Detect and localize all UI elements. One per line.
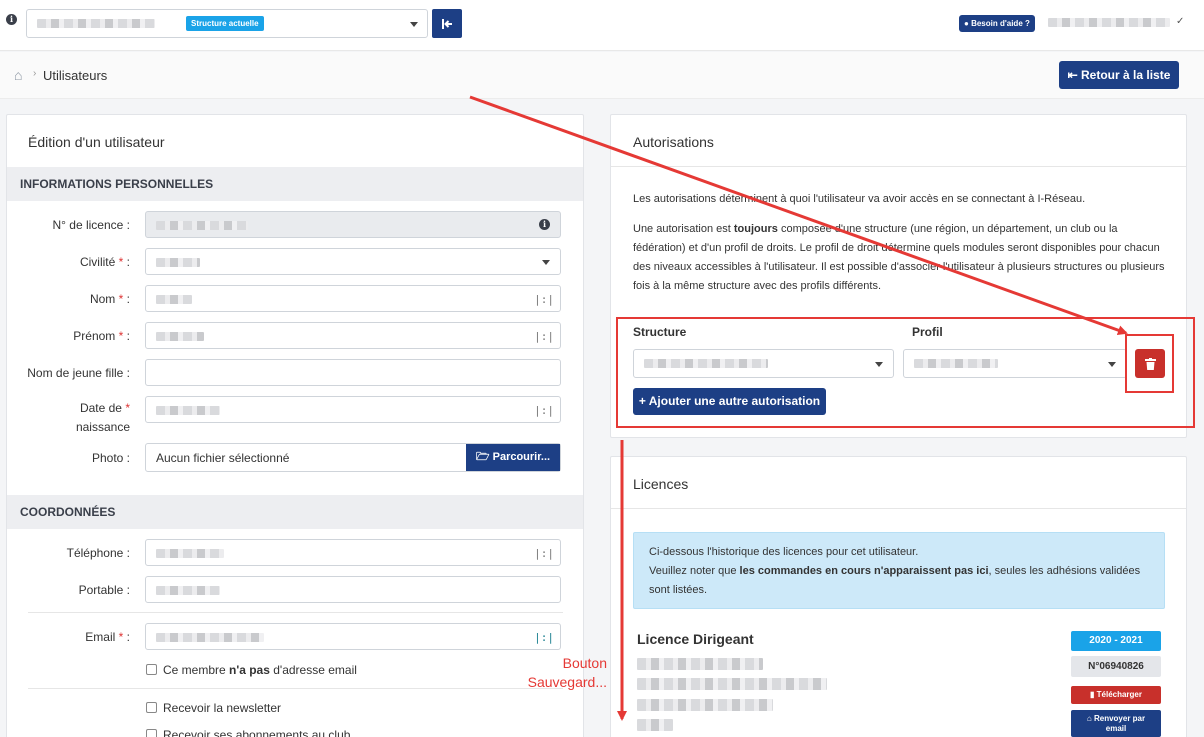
season-badge: 2020 - 2021	[1071, 631, 1161, 651]
keyboard-icon[interactable]: |:|	[534, 404, 554, 417]
birthdate-label: Date de * naissance	[75, 401, 130, 434]
user-name	[1048, 18, 1170, 27]
card-title: Édition d'un utilisateur	[28, 134, 165, 150]
download-button[interactable]: ▮ Télécharger	[1071, 686, 1161, 704]
card-title: Licences	[633, 476, 689, 492]
download-label: Télécharger	[1096, 690, 1142, 699]
prenom-label: Prénom * :	[73, 329, 130, 343]
folder-icon: 🗁	[475, 451, 490, 463]
licence-name: Licence Dirigeant	[637, 631, 754, 647]
civilite-label: Civilité * :	[79, 255, 130, 269]
arrow-left-bar-icon	[442, 18, 452, 29]
maiden-name-label: Nom de jeune fille :	[27, 366, 130, 380]
telephone-value	[156, 549, 224, 558]
portable-value	[156, 586, 220, 595]
maiden-name-field[interactable]	[145, 359, 561, 386]
no-email-checkbox[interactable]	[146, 664, 157, 675]
divider	[28, 688, 563, 689]
highlight-authorization-row	[616, 317, 1195, 428]
resend-email-button[interactable]: ⌂ Renvoyer par email	[1071, 710, 1161, 737]
chevron-down-icon	[410, 22, 418, 27]
user-menu[interactable]: ✓	[1048, 16, 1188, 29]
keyboard-icon[interactable]: |:|	[534, 293, 554, 306]
newsletter-label: Recevoir la newsletter	[163, 701, 282, 715]
back-to-list-label: Retour à la liste	[1081, 68, 1171, 82]
nom-value	[156, 295, 192, 304]
home-icon[interactable]: ⌂	[14, 67, 22, 83]
card-title: Autorisations	[633, 134, 714, 150]
question-icon: ●	[964, 19, 969, 28]
structure-value	[37, 19, 155, 28]
telephone-label: Téléphone :	[66, 546, 130, 560]
licence-detail-2	[637, 678, 827, 690]
email-field[interactable]: |:|	[145, 623, 561, 650]
divider	[611, 166, 1186, 167]
licence-detail-1	[637, 658, 763, 670]
civilite-select[interactable]	[145, 248, 561, 275]
divider	[28, 612, 563, 613]
chevron-down-icon: ✓	[1176, 16, 1185, 27]
licences-info-alert: Ci-dessous l'historique des licences pou…	[633, 532, 1165, 609]
keyboard-icon[interactable]: |:|	[534, 330, 554, 343]
resend-label-2: email	[1105, 724, 1127, 733]
page-title: Utilisateurs	[43, 68, 108, 83]
auth-detail: Une autorisation est toujours composée d…	[633, 223, 1165, 292]
browse-button[interactable]: 🗁 Parcourir...	[466, 444, 560, 471]
prenom-field[interactable]: |:|	[145, 322, 561, 349]
chevron-down-icon	[542, 260, 550, 265]
help-label: Besoin d'aide ?	[971, 19, 1030, 28]
arrow-left-bar-icon: ⇤	[1067, 68, 1078, 82]
file-placeholder: Aucun fichier sélectionné	[156, 451, 290, 465]
structure-select[interactable]: Structure actuelle	[26, 9, 428, 38]
resend-label-1: Renvoyer par	[1093, 714, 1146, 723]
club-subscriptions-label: Recevoir ses abonnements au club	[163, 728, 351, 737]
file-icon: ▮	[1090, 690, 1095, 699]
birthdate-value	[156, 406, 220, 415]
keyboard-icon[interactable]: |:|	[534, 547, 554, 560]
portable-label: Portable :	[78, 583, 130, 597]
licence-field: i	[145, 211, 561, 238]
licence-label: N° de licence :	[52, 218, 130, 232]
section-contact: COORDONNÉES	[7, 495, 583, 529]
current-structure-badge: Structure actuelle	[186, 16, 264, 31]
civilite-value	[156, 258, 200, 267]
highlight-delete-button	[1125, 334, 1174, 393]
bank-icon: ⌂	[1086, 714, 1092, 723]
prenom-value	[156, 332, 204, 341]
email-value	[156, 633, 264, 642]
section-personal-info: INFORMATIONS PERSONNELLES	[7, 167, 583, 201]
info-icon[interactable]: i	[6, 14, 17, 25]
club-subscriptions-checkbox[interactable]	[146, 729, 157, 737]
divider	[611, 508, 1186, 509]
alert-line-2: Veuillez noter que les commandes en cour…	[649, 565, 1141, 596]
email-label: Email * :	[85, 630, 130, 644]
auth-intro: Les autorisations déterminent à quoi l'u…	[633, 193, 1086, 205]
photo-label: Photo :	[91, 451, 130, 465]
no-email-label: Ce membre n'a pas d'adresse email	[163, 663, 357, 677]
telephone-field[interactable]: |:|	[145, 539, 561, 566]
licence-detail-3	[637, 699, 773, 711]
portable-field[interactable]	[145, 576, 561, 603]
info-icon[interactable]: i	[539, 219, 550, 230]
nom-field[interactable]: |:|	[145, 285, 561, 312]
top-bar: i Structure actuelle ● Besoin d'aide ? ✓	[0, 0, 1204, 51]
breadcrumb: ⌂ › Utilisateurs	[0, 52, 1204, 99]
licence-number-badge: N°06940826	[1071, 656, 1161, 677]
breadcrumb-separator: ›	[33, 68, 37, 79]
keyboard-icon[interactable]: |:|	[534, 631, 554, 644]
licence-detail-4	[637, 719, 673, 731]
birthdate-field[interactable]: |:|	[145, 396, 561, 423]
browse-label: Parcourir...	[492, 451, 551, 463]
photo-file-input[interactable]: Aucun fichier sélectionné 🗁 Parcourir...	[145, 443, 561, 472]
licence-value	[156, 221, 248, 230]
newsletter-checkbox[interactable]	[146, 702, 157, 713]
nom-label: Nom * :	[89, 292, 130, 306]
back-to-list-button[interactable]: ⇤ Retour à la liste	[1059, 61, 1179, 89]
annotation-save-button: Bouton Sauvegard...	[527, 655, 607, 690]
alert-line-1: Ci-dessous l'historique des licences pou…	[649, 546, 919, 558]
help-button[interactable]: ● Besoin d'aide ?	[959, 15, 1035, 32]
collapse-sidebar-button[interactable]	[432, 9, 462, 38]
